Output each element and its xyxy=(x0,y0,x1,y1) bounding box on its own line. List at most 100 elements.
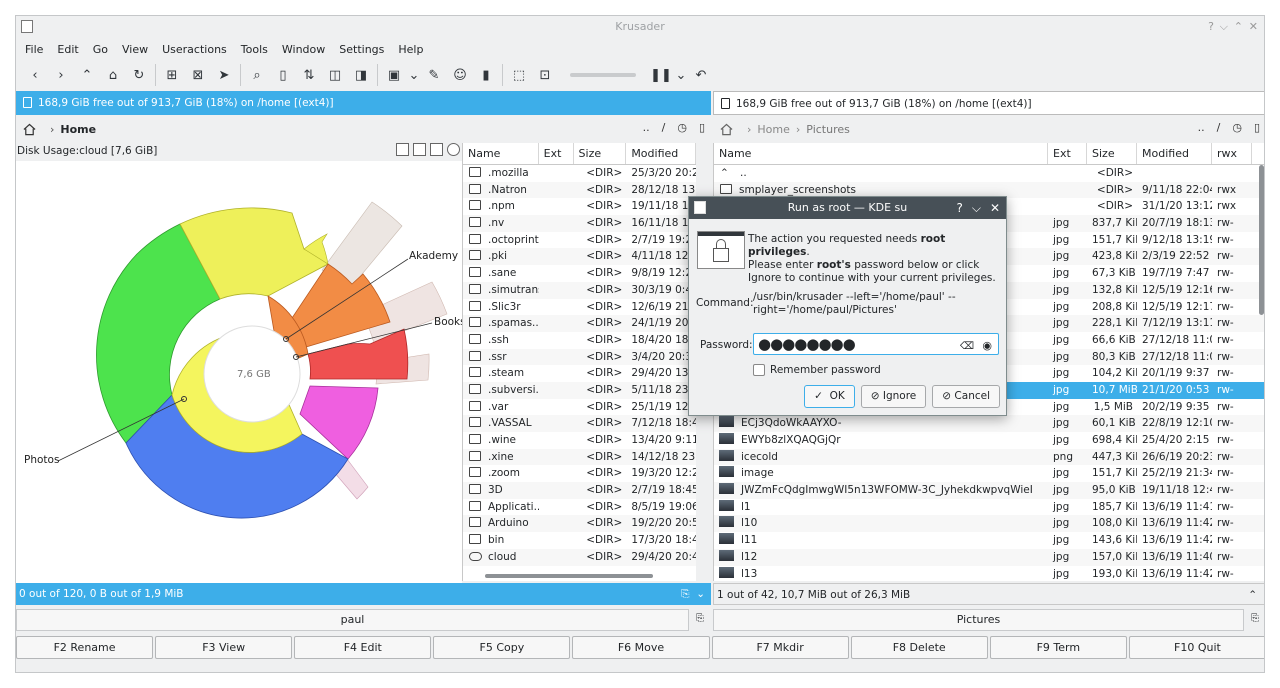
table-row[interactable]: l11 jpg 143,6 KiB 13/6/19 11:42 rw- xyxy=(714,532,1264,549)
trash-icon[interactable]: ▮ xyxy=(473,63,499,87)
chevron-up-icon[interactable]: ⌃ xyxy=(1248,584,1257,606)
minimize-icon[interactable]: ⌵ xyxy=(1220,16,1228,38)
filelight-view-icon[interactable] xyxy=(447,143,460,156)
checkbox-box[interactable] xyxy=(753,364,765,376)
close-icon[interactable]: ✕ xyxy=(1249,16,1258,38)
table-row[interactable]: icecold png 447,3 KiB 26/6/19 20:23 rw- xyxy=(714,448,1264,466)
chevron-down-icon[interactable]: ⌄ xyxy=(674,63,688,87)
radial-usage-map[interactable]: 7,6 GB Akademy Books Photos xyxy=(16,161,466,583)
col-name[interactable]: Name xyxy=(463,143,539,164)
help-icon[interactable]: ? xyxy=(1208,16,1214,38)
ignore-button[interactable]: ⊘ Ignore xyxy=(860,385,927,408)
home-icon[interactable] xyxy=(23,123,36,136)
table-row[interactable]: .Slic3r <DIR> 12/6/19 21:10 xyxy=(463,299,696,316)
history-icon[interactable]: ◷ xyxy=(677,121,687,134)
select-region-icon[interactable]: ⬚ xyxy=(506,63,532,87)
pen-icon[interactable]: ✎ xyxy=(421,63,447,87)
table-row[interactable]: .wine <DIR> 13/4/20 9:11 xyxy=(463,432,696,449)
view-image-icon[interactable]: ▣ xyxy=(381,63,407,87)
back-icon[interactable]: ‹ xyxy=(22,63,48,87)
table-row[interactable]: ECj3QdoWkAAYXO-jpg 60,1 KiB 22/8/19 12:10 r… xyxy=(714,415,1264,432)
left-path-label[interactable]: paul xyxy=(16,609,689,631)
user-icon[interactable]: ☺ xyxy=(447,63,473,87)
up-icon[interactable]: ⌃ xyxy=(74,63,100,87)
table-row[interactable]: .mozilla <DIR> 25/3/20 20:22 xyxy=(463,165,696,182)
table-row[interactable]: .VASSAL <DIR> 7/12/18 18:43 xyxy=(463,415,696,432)
table-row[interactable]: EWYb8zlXQAQGjQr jpg 698,4 KiB 25/4/20 2:15 r… xyxy=(714,432,1264,449)
col-rwx[interactable]: rwx xyxy=(1212,143,1252,164)
root-dir-button[interactable]: / xyxy=(1217,121,1221,134)
table-row[interactable]: .nv <DIR> 16/11/18 12:37 xyxy=(463,215,696,232)
compare-icon[interactable]: ◫ xyxy=(322,63,348,87)
f9-term-button[interactable]: F9 Term xyxy=(989,636,1127,659)
table-row[interactable]: image jpg 151,7 KiB 25/2/19 21:34 rw- xyxy=(714,465,1264,482)
table-row[interactable]: .zoom <DIR> 19/3/20 12:20 xyxy=(463,465,696,482)
table-row[interactable]: .xine <DIR> 14/12/18 23:35 xyxy=(463,448,696,466)
new-file-icon[interactable]: ▯ xyxy=(270,63,296,87)
table-row[interactable]: .simutrans <DIR> 30/3/19 0:47 xyxy=(463,281,696,299)
table-row[interactable]: .ssh <DIR> 18/4/20 18:26 xyxy=(463,332,696,349)
cancel-button[interactable]: ⊘ Cancel xyxy=(932,385,1000,408)
menu-useractions[interactable]: Useractions xyxy=(155,43,234,56)
left-status-buttons[interactable]: ⎘ ⌄ xyxy=(681,583,705,605)
parent-dir-button[interactable]: .. xyxy=(643,121,650,134)
forward-icon[interactable]: › xyxy=(48,63,74,87)
dialog-help-icon[interactable]: ? xyxy=(956,197,962,219)
right-path-button[interactable]: ⎘ xyxy=(1244,609,1264,631)
table-row[interactable]: bin <DIR> 17/3/20 18:49 xyxy=(463,532,696,549)
refresh-icon[interactable]: ↻ xyxy=(126,63,152,87)
f6-move-button[interactable]: F6 Move xyxy=(572,636,710,659)
table-row[interactable]: .spamas... <DIR> 24/1/19 20:05 xyxy=(463,315,696,332)
right-path-label[interactable]: Pictures xyxy=(713,609,1244,631)
clear-icon[interactable]: ⌫ xyxy=(960,337,974,357)
table-row[interactable]: ⌃.. <DIR> xyxy=(714,165,1264,182)
table-row[interactable]: l1 jpg 185,7 KiB 13/6/19 11:41 rw- xyxy=(714,499,1264,516)
f3-view-button[interactable]: F3 View xyxy=(155,636,293,659)
menu-help[interactable]: Help xyxy=(391,43,430,56)
history-icon[interactable]: ◷ xyxy=(1232,121,1242,134)
f5-copy-button[interactable]: F5 Copy xyxy=(433,636,571,659)
home-icon[interactable] xyxy=(720,123,733,136)
vertical-scrollbar[interactable] xyxy=(1259,165,1264,315)
sync-icon[interactable]: ⇅ xyxy=(296,63,322,87)
menu-window[interactable]: Window xyxy=(275,43,332,56)
list-view-icon[interactable] xyxy=(396,143,409,156)
table-row[interactable]: .steam <DIR> 29/4/20 13:06 xyxy=(463,365,696,382)
select-all-icon[interactable]: ⊞ xyxy=(159,63,185,87)
menu-file[interactable]: File xyxy=(18,43,50,56)
menu-settings[interactable]: Settings xyxy=(332,43,391,56)
table-row[interactable]: .ssr <DIR> 3/4/20 20:37 xyxy=(463,348,696,366)
progress-slider[interactable] xyxy=(570,73,636,77)
dialog-close-icon[interactable]: ✕ xyxy=(990,197,1000,219)
parent-dir-button[interactable]: .. xyxy=(1198,121,1205,134)
menu-view[interactable]: View xyxy=(115,43,155,56)
unselect-icon[interactable]: ⊠ xyxy=(185,63,211,87)
table-row[interactable]: l13 jpg 193,0 KiB 13/6/19 11:42 rw- xyxy=(714,566,1264,582)
col-modified[interactable]: Modified xyxy=(1137,143,1212,164)
horizontal-scrollbar[interactable] xyxy=(485,574,653,578)
maximize-icon[interactable]: ⌃ xyxy=(1234,16,1243,38)
left-path-button[interactable]: ⎘ xyxy=(689,609,711,631)
home-icon[interactable]: ⌂ xyxy=(100,63,126,87)
table-row[interactable]: Arduino <DIR> 19/2/20 20:50 xyxy=(463,515,696,533)
col-name[interactable]: Name xyxy=(714,143,1048,164)
f4-edit-button[interactable]: F4 Edit xyxy=(294,636,432,659)
breadcrumb-current[interactable]: Pictures xyxy=(806,123,850,136)
pause-icon[interactable]: ❚❚ xyxy=(648,63,674,87)
table-row[interactable]: cloud <DIR> 29/4/20 20:47 xyxy=(463,548,696,566)
root-dir-button[interactable]: / xyxy=(662,121,666,134)
select-box-icon[interactable]: ⊡ xyxy=(532,63,558,87)
ok-button[interactable]: ✓ OK xyxy=(804,385,855,408)
col-size[interactable]: Size xyxy=(1087,143,1137,164)
disk-usage-chart[interactable]: 7,6 GB Akademy Books Photos xyxy=(16,161,466,583)
table-row[interactable]: .octoprint <DIR> 2/7/19 19:26 xyxy=(463,232,696,249)
col-ext[interactable]: Ext xyxy=(1048,143,1087,164)
menu-tools[interactable]: Tools xyxy=(234,43,275,56)
table-row[interactable]: l12 jpg 157,0 KiB 13/6/19 11:40 rw- xyxy=(714,548,1264,566)
search-icon[interactable]: ⌕ xyxy=(244,63,270,87)
table-row[interactable]: .var <DIR> 25/1/19 12:51 xyxy=(463,399,696,416)
table-row[interactable]: .Natron <DIR> 28/12/18 13:38 xyxy=(463,181,696,199)
f8-delete-button[interactable]: F8 Delete xyxy=(850,636,988,659)
menu-go[interactable]: Go xyxy=(86,43,115,56)
table-row[interactable]: l10 jpg 108,0 KiB 13/6/19 11:42 rw- xyxy=(714,515,1264,533)
